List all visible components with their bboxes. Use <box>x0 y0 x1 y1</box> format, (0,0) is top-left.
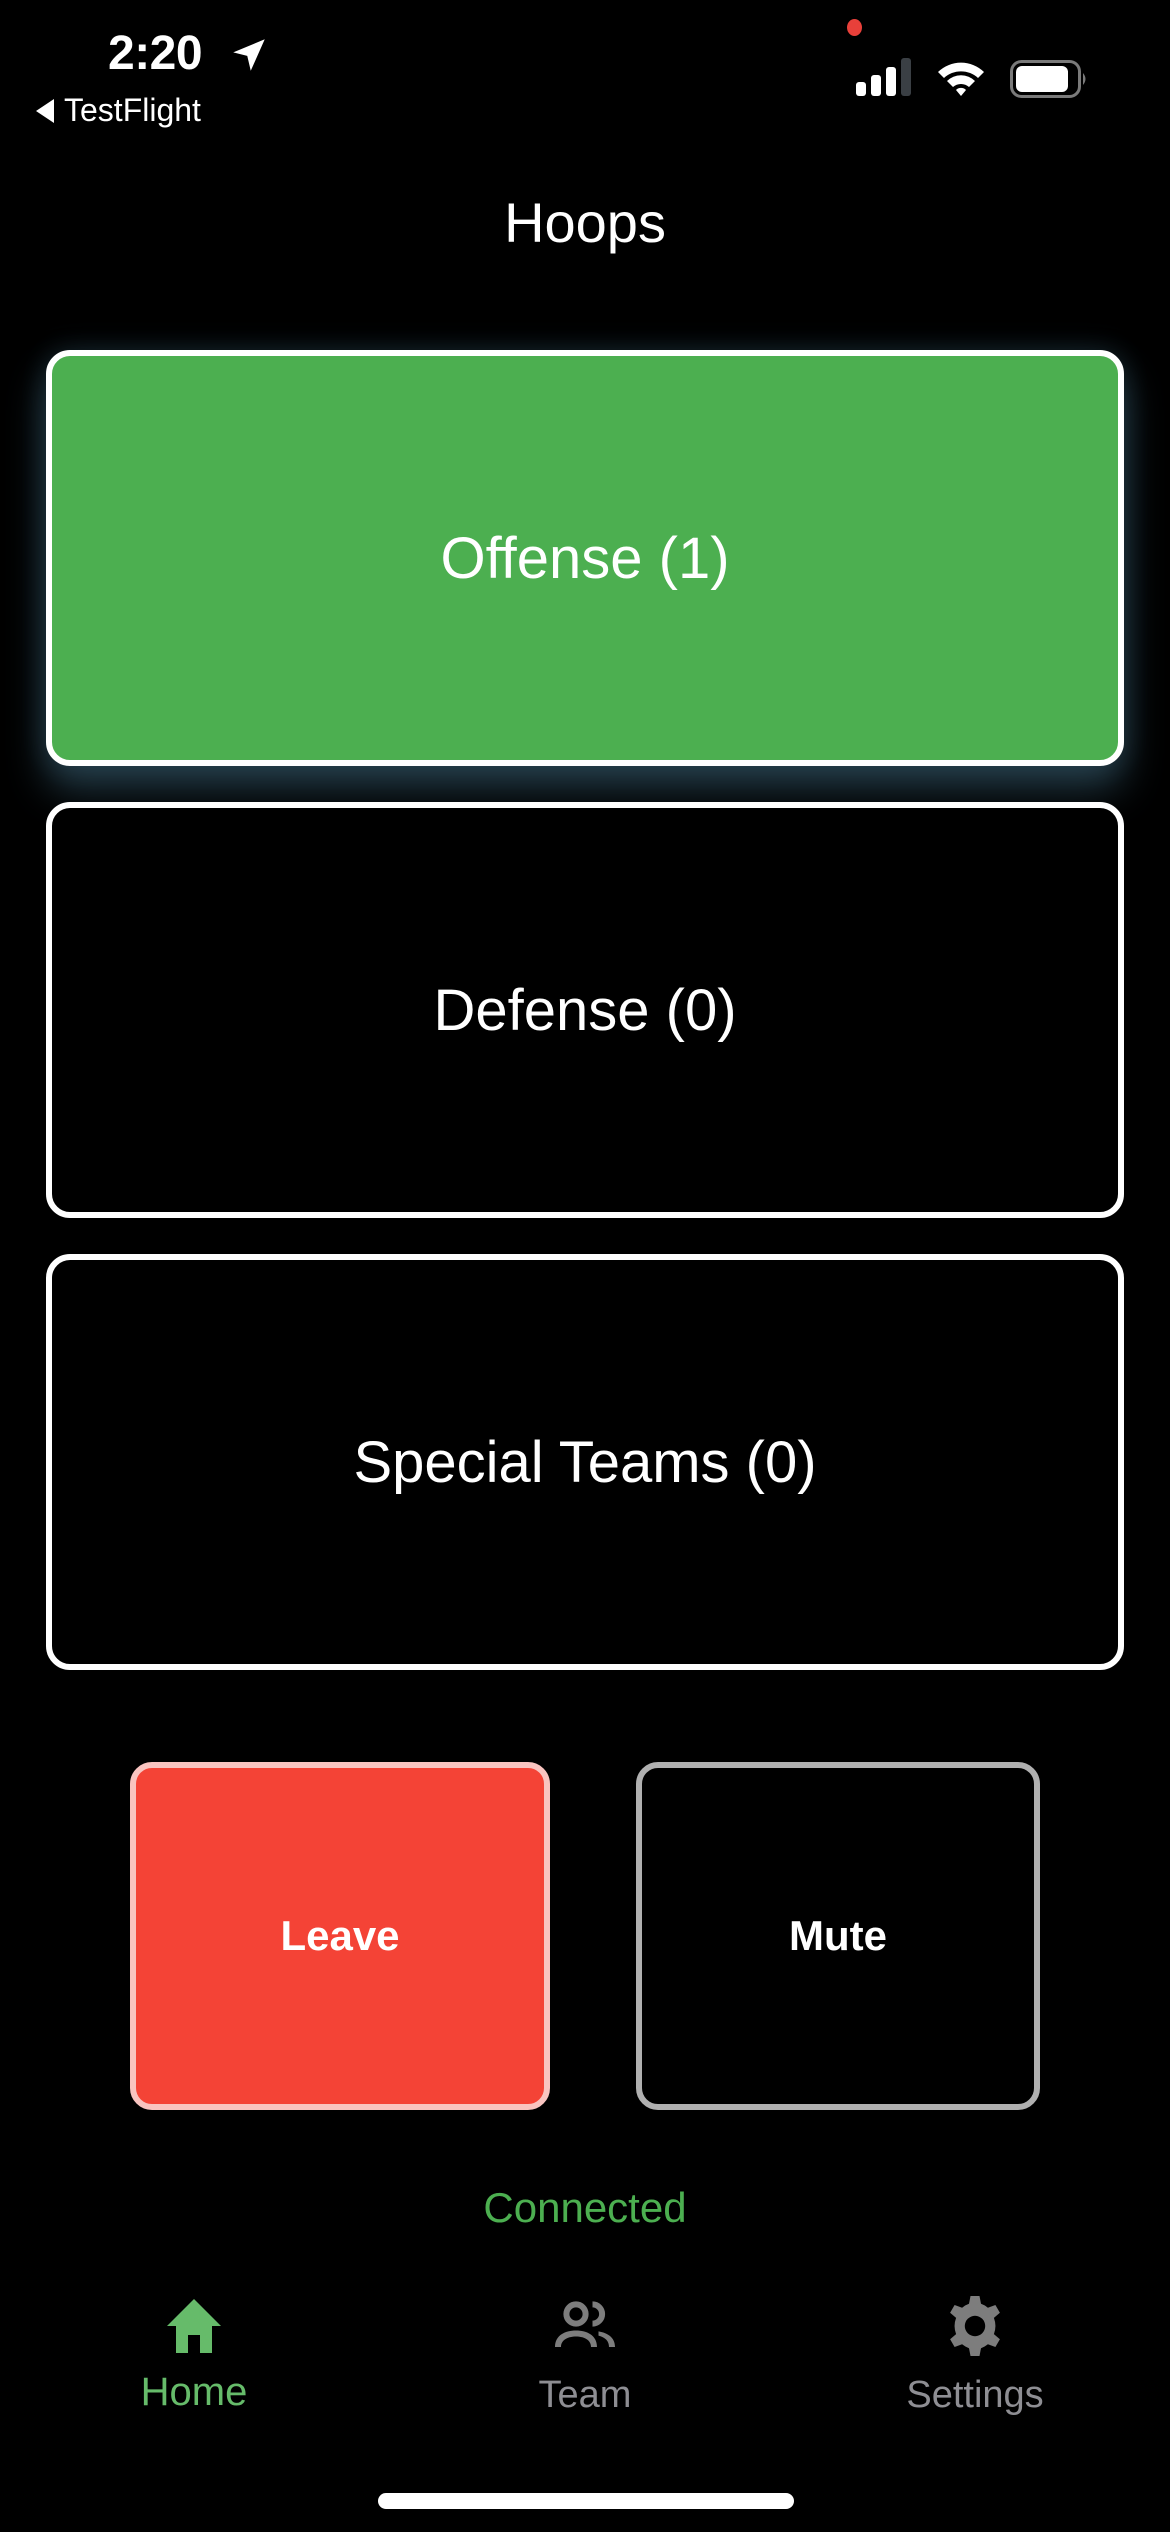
group-card-offense[interactable]: Offense (1) <box>46 350 1124 766</box>
back-triangle-icon <box>36 98 54 123</box>
tab-team[interactable]: Team <box>435 2290 735 2417</box>
people-icon <box>555 2301 615 2347</box>
tab-team-label: Team <box>538 2374 632 2416</box>
connection-status: Connected <box>483 2184 687 2231</box>
group-card-label: Defense (0) <box>433 977 737 1043</box>
home-indicator[interactable] <box>378 2493 794 2509</box>
leave-button-label: Leave <box>280 1912 400 1959</box>
back-app-label: TestFlight <box>64 92 201 128</box>
battery-icon <box>1010 60 1086 98</box>
gear-icon <box>950 2296 1000 2356</box>
group-card-defense[interactable]: Defense (0) <box>46 802 1124 1218</box>
tab-home-label: Home <box>140 2370 248 2414</box>
recording-dot-icon <box>847 19 862 36</box>
tab-settings[interactable]: Settings <box>825 2290 1125 2417</box>
mute-button-label: Mute <box>789 1912 887 1959</box>
group-card-special-teams[interactable]: Special Teams (0) <box>46 1254 1124 1670</box>
home-icon <box>167 2299 221 2353</box>
wifi-icon <box>938 62 984 96</box>
page-title: Hoops <box>504 191 666 254</box>
location-arrow-icon <box>233 39 265 71</box>
cellular-signal-icon <box>856 58 911 96</box>
group-card-label: Special Teams (0) <box>353 1429 817 1495</box>
tab-settings-label: Settings <box>906 2374 1044 2416</box>
back-to-app-link[interactable]: TestFlight <box>36 92 201 129</box>
tab-home[interactable]: Home <box>44 2290 344 2415</box>
leave-button[interactable]: Leave <box>130 1762 550 2110</box>
mute-button[interactable]: Mute <box>636 1762 1040 2110</box>
status-time: 2:20 <box>108 27 203 80</box>
group-card-label: Offense (1) <box>440 525 730 591</box>
